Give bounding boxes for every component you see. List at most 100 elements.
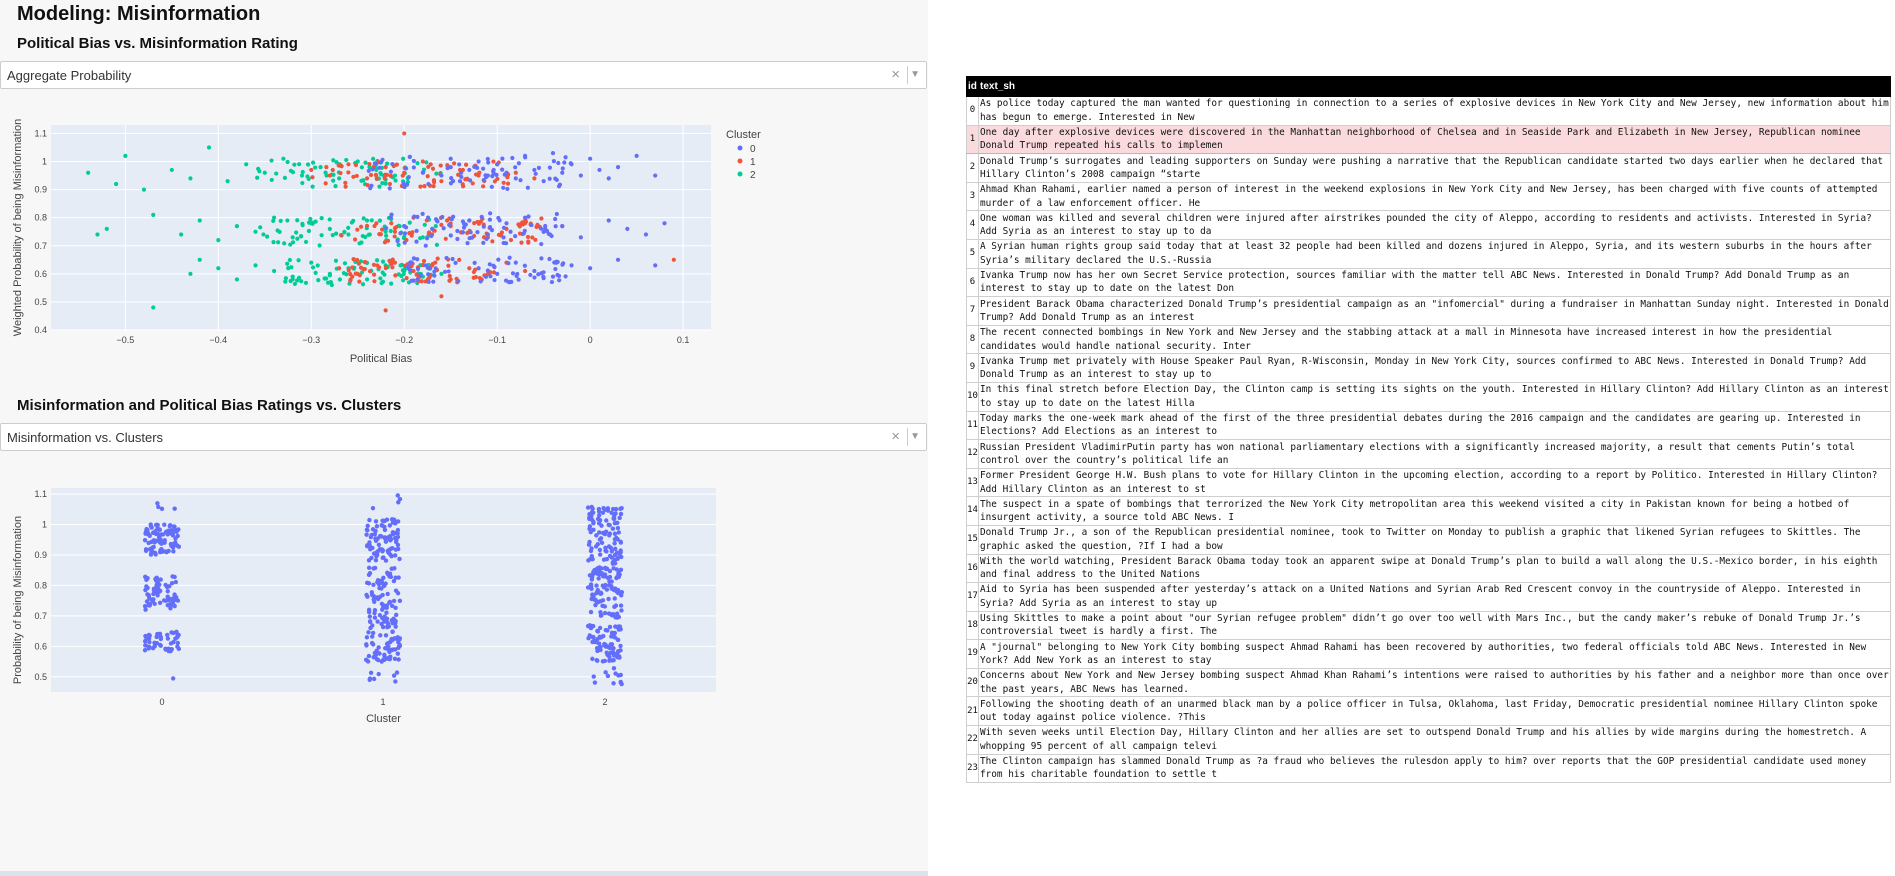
scatter-point <box>426 215 431 220</box>
table-row[interactable]: 7 President Barack Obama characterized Do… <box>966 296 1891 326</box>
table-row[interactable]: 3 Ahmad Khan Rahami, earlier named a pers… <box>966 181 1891 212</box>
row-text-cell[interactable]: Donald Trump Jr., a son of the Republica… <box>978 524 1891 555</box>
clear-icon[interactable]: × <box>891 66 900 83</box>
row-text-cell[interactable]: Ivanka Trump met privately with House Sp… <box>978 353 1891 383</box>
strip-point <box>596 513 602 518</box>
table-row[interactable]: 17 Aid to Syria has been suspended after … <box>966 582 1891 612</box>
table-row[interactable]: 1 One day after explosive devices were di… <box>966 124 1891 155</box>
strip-point <box>166 548 171 554</box>
table-row[interactable]: 15 Donald Trump Jr., a son of the Republi… <box>966 524 1891 555</box>
table-row[interactable]: 5A Syrian human rights group said today … <box>966 238 1891 269</box>
table-row[interactable]: 22 With seven weeks until Election Day, H… <box>966 725 1891 755</box>
table-row[interactable]: 14 The suspect in a spate of bombings tha… <box>966 496 1891 526</box>
table-row[interactable]: 12 Russian President VladimirPutin party … <box>966 439 1891 469</box>
row-text-cell[interactable]: Using Skittles to make a point about "ou… <box>978 610 1891 641</box>
row-text-cell[interactable]: As police today captured the man wanted … <box>978 96 1891 126</box>
row-id-cell[interactable]: 9 <box>966 353 979 383</box>
row-text-cell[interactable]: A Syrian human rights group said today t… <box>978 238 1891 269</box>
row-id-cell[interactable]: 23 <box>966 753 979 784</box>
clear-icon[interactable]: × <box>891 428 900 445</box>
chevron-down-icon[interactable]: ▼ <box>910 69 920 80</box>
strip-point <box>364 592 369 598</box>
row-id-cell[interactable]: 14 <box>966 496 979 526</box>
row-id-cell[interactable]: 16 <box>966 553 979 584</box>
row-text-cell[interactable]: Today marks the one-week mark ahead of t… <box>978 410 1891 441</box>
column-header-id[interactable]: id <box>966 76 979 97</box>
table-row[interactable]: 13 Former President George H.W. Bush plan… <box>966 467 1891 498</box>
row-id-cell[interactable]: 15 <box>966 524 979 555</box>
row-text-cell[interactable]: The suspect in a spate of bombings that … <box>978 496 1891 526</box>
metric-dropdown-2[interactable]: Misinformation vs. Clusters × ▼ <box>0 423 927 451</box>
row-id-cell[interactable]: 12 <box>966 439 979 469</box>
table-row[interactable]: 8 The recent connected bombings in New Yo… <box>966 324 1891 355</box>
row-id-cell[interactable]: 8 <box>966 324 979 355</box>
row-text-cell[interactable]: Ivanka Trump now has her own Secret Serv… <box>978 267 1891 298</box>
row-text-cell[interactable]: A "journal" belonging to New York City b… <box>978 639 1891 669</box>
row-id-cell[interactable]: 20 <box>966 667 979 698</box>
scatter-point <box>501 185 506 190</box>
table-row[interactable]: 10 In this final stretch before Election … <box>966 381 1891 412</box>
row-text-cell[interactable]: Ahmad Khan Rahami, earlier named a perso… <box>978 181 1891 212</box>
table-row[interactable]: 0 As police today captured the man wanted… <box>966 96 1891 126</box>
row-id-cell[interactable]: 7 <box>966 296 979 326</box>
scatter-point <box>305 162 311 167</box>
scatter-point <box>342 229 347 234</box>
row-text-cell[interactable]: One woman was killed and several childre… <box>978 210 1891 240</box>
row-text-cell[interactable]: President Barack Obama characterized Don… <box>978 296 1891 326</box>
row-text-cell[interactable]: With the world watching, President Barac… <box>978 553 1891 584</box>
metric-dropdown-1[interactable]: Aggregate Probability × ▼ <box>0 61 927 89</box>
row-text-cell[interactable]: With seven weeks until Election Day, Hil… <box>978 725 1891 755</box>
table-row[interactable]: 19 A "journal" belonging to New York City… <box>966 639 1891 669</box>
row-id-cell[interactable]: 0 <box>966 96 979 126</box>
row-id-cell[interactable]: 1 <box>966 124 979 155</box>
row-text-cell[interactable]: The Clinton campaign has slammed Donald … <box>978 753 1891 784</box>
row-id-cell[interactable]: 17 <box>966 582 979 612</box>
misinfo-vs-clusters-strip[interactable]: 0.5 0.6 0.7 0.8 0.9 1 1.1 0 1 2 Cluster Probability… <box>0 455 928 871</box>
scatter-point <box>355 271 360 276</box>
bias-vs-misinfo-scatter[interactable]: −0.5 −0.4 −0.3 −0.2 −0.1 0 0.1 0.4 0.5 0.6 0.7 0.8 0… <box>0 90 928 385</box>
row-text-cell[interactable]: Russian President VladimirPutin party ha… <box>978 439 1891 469</box>
strip-point <box>170 676 176 681</box>
row-text-cell[interactable]: Former President George H.W. Bush plans … <box>978 467 1891 498</box>
row-text-cell[interactable]: Concerns about New York and New Jersey b… <box>978 667 1891 698</box>
table-row[interactable]: 18 Using Skittles to make a point about "… <box>966 610 1891 641</box>
table-row[interactable]: 21 Following the shooting death of an una… <box>966 696 1891 727</box>
row-id-cell[interactable]: 10 <box>966 381 979 412</box>
row-id-cell[interactable]: 3 <box>966 181 979 212</box>
scatter-point <box>662 221 667 226</box>
row-id-cell[interactable]: 5 <box>966 238 979 269</box>
table-row[interactable]: 2 Donald Trump’s surrogates and leading s… <box>966 153 1891 183</box>
column-header-text[interactable]: text_sh <box>978 76 1891 97</box>
row-text-cell[interactable]: The recent connected bombings in New Yor… <box>978 324 1891 355</box>
horizontal-scrollbar[interactable] <box>0 871 928 876</box>
scatter-point <box>468 178 473 183</box>
row-id-cell[interactable]: 4 <box>966 210 979 240</box>
table-row[interactable]: 11 Today marks the one-week mark ahead of… <box>966 410 1891 441</box>
row-id-cell[interactable]: 22 <box>966 725 979 755</box>
row-id-cell[interactable]: 6 <box>966 267 979 298</box>
table-row[interactable]: 23 The Clinton campaign has slammed Donal… <box>966 753 1891 784</box>
row-text-cell[interactable]: Aid to Syria has been suspended after ye… <box>978 582 1891 612</box>
table-row[interactable]: 20 Concerns about New York and New Jersey… <box>966 667 1891 698</box>
row-id-cell[interactable]: 18 <box>966 610 979 641</box>
table-row[interactable]: 9 Ivanka Trump met privately with House S… <box>966 353 1891 383</box>
row-text-cell[interactable]: In this final stretch before Election Da… <box>978 381 1891 412</box>
row-id-cell[interactable]: 2 <box>966 153 979 183</box>
article-table-container[interactable]: id text_sh 0 As police today captured the… <box>966 76 1895 876</box>
x-tick-label: −0.5 <box>116 335 134 345</box>
table-row[interactable]: 6 Ivanka Trump now has her own Secret Ser… <box>966 267 1891 298</box>
row-id-cell[interactable]: 19 <box>966 639 979 669</box>
row-text-cell[interactable]: Following the shooting death of an unarm… <box>978 696 1891 727</box>
row-text-cell[interactable]: One day after explosive devices were dis… <box>978 124 1891 155</box>
chevron-down-icon[interactable]: ▼ <box>910 431 920 442</box>
table-row[interactable]: 16 With the world watching, President Bar… <box>966 553 1891 584</box>
row-id-cell[interactable]: 21 <box>966 696 979 727</box>
strip-point <box>367 540 372 545</box>
row-text-cell[interactable]: Donald Trump’s surrogates and leading su… <box>978 153 1891 183</box>
row-id-cell[interactable]: 13 <box>966 467 979 498</box>
row-id-cell[interactable]: 11 <box>966 410 979 441</box>
scatter-point <box>536 272 541 277</box>
table-row[interactable]: 4 One woman was killed and several childr… <box>966 210 1891 240</box>
scatter-point <box>319 233 324 238</box>
strip-point <box>372 531 378 537</box>
